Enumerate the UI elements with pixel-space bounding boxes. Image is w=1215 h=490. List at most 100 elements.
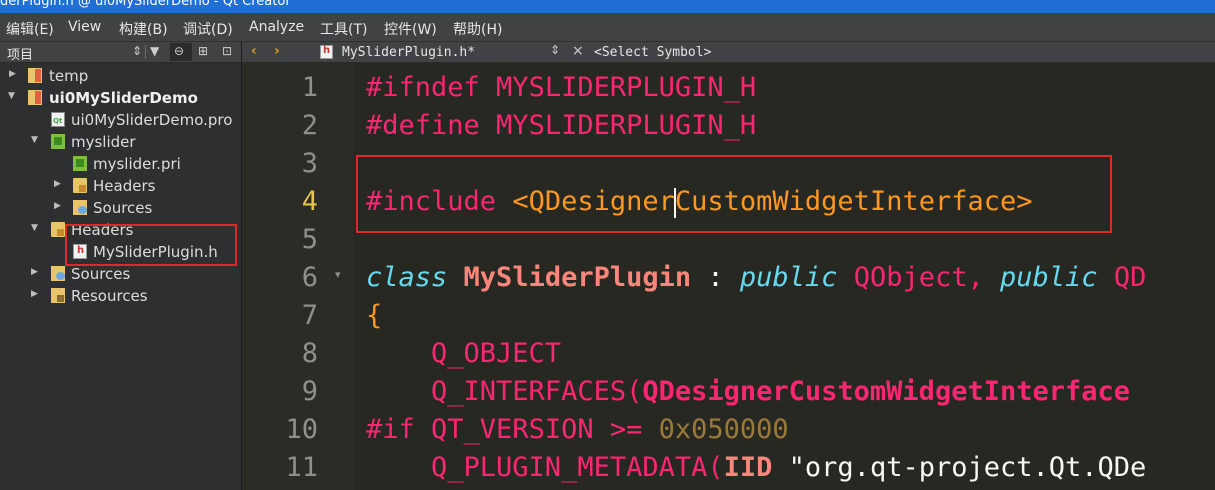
code-token: #define xyxy=(366,110,480,141)
line-number: 3 xyxy=(301,148,318,179)
code-line-6: class MySliderPlugin : public QObject, p… xyxy=(366,262,1146,293)
file-dropdown-icon[interactable]: ⇕ xyxy=(550,43,560,57)
code-token: MYSLIDERPLUGIN_H xyxy=(479,72,757,103)
code-token: #ifndef xyxy=(366,72,480,103)
expand-arrow-icon[interactable]: ▶ xyxy=(31,267,38,277)
close-file-icon[interactable]: × xyxy=(572,43,584,59)
line-number-current: 4 xyxy=(301,186,318,217)
code-token: QObject, xyxy=(837,262,1001,293)
resources-folder-icon xyxy=(51,288,65,303)
line-number: 2 xyxy=(301,110,318,141)
code-line-7: { xyxy=(366,300,382,331)
pri-file-icon xyxy=(73,156,87,171)
expand-arrow-icon[interactable]: ▶ xyxy=(31,289,38,299)
code-token: Q_OBJECT xyxy=(366,338,562,369)
expand-arrow-icon[interactable]: ▶ xyxy=(54,201,61,211)
qt-pro-file-icon xyxy=(51,112,65,127)
code-line-1: #ifndef MYSLIDERPLUGIN_H xyxy=(366,72,756,103)
tree-label: myslider.pri xyxy=(93,155,181,173)
project-folder-icon xyxy=(28,68,42,83)
collapse-arrow-icon[interactable]: ▼ xyxy=(31,135,38,145)
tree-label: ui0MySliderDemo xyxy=(49,89,198,107)
collapse-arrow-icon[interactable]: ▼ xyxy=(8,91,15,101)
tree-label: Sources xyxy=(93,199,153,217)
menu-help[interactable]: 帮助(H) xyxy=(453,19,502,39)
code-line-9: Q_INTERFACES(QDesignerCustomWidgetInterf… xyxy=(366,376,1130,407)
toolbar-divider xyxy=(145,45,146,59)
filter-icon[interactable]: ▼ xyxy=(150,44,159,58)
expand-arrow-icon[interactable]: ▶ xyxy=(9,69,16,79)
tree-label: Resources xyxy=(71,287,148,305)
view-selector-icon[interactable]: ⇕ xyxy=(132,44,142,58)
fold-toggle-icon[interactable]: ▾ xyxy=(335,268,341,281)
tree-item-headers-nested[interactable]: ▶ Headers xyxy=(0,175,241,197)
sidebar-title: 项目 xyxy=(7,48,34,63)
expand-arrow-icon[interactable]: ▶ xyxy=(54,179,61,189)
tree-item-resources[interactable]: ▶ Resources xyxy=(0,285,241,307)
headers-folder-icon xyxy=(51,222,65,237)
symbol-selector[interactable]: <Select Symbol> xyxy=(594,45,711,60)
code-line-11: Q_PLUGIN_METADATA(IID "org.qt-project.Qt… xyxy=(366,452,1146,483)
tree-item-sources-nested[interactable]: ▶ Sources xyxy=(0,197,241,219)
code-line-10: #if QT_VERSION >= 0x050000 xyxy=(366,414,789,445)
menu-bar: 编辑(E) View 构建(B) 调试(D) Analyze 工具(T) 控件(… xyxy=(0,13,1215,42)
code-token: MySliderPlugin xyxy=(463,262,692,293)
link-icon[interactable]: ⊖ xyxy=(174,44,184,58)
line-number: 8 xyxy=(301,338,318,369)
code-token: QT_VERSION >= xyxy=(414,414,659,445)
menu-build[interactable]: 构建(B) xyxy=(119,19,168,39)
annotation-box-code xyxy=(356,155,1112,233)
tree-label: temp xyxy=(49,67,89,85)
tree-item-pro-file[interactable]: ui0MySliderDemo.pro xyxy=(0,109,241,131)
code-line-8: Q_OBJECT xyxy=(366,338,561,369)
line-number: 6 xyxy=(301,262,318,293)
code-token: IID xyxy=(723,452,773,483)
menu-tools[interactable]: 工具(T) xyxy=(320,19,367,39)
menu-debug[interactable]: 调试(D) xyxy=(183,19,233,39)
code-token: public xyxy=(1000,262,1098,293)
tree-item-pri-file[interactable]: myslider.pri xyxy=(0,153,241,175)
line-number: 5 xyxy=(301,224,318,255)
code-token: class xyxy=(366,262,448,293)
close-panel-icon[interactable]: ⊡ xyxy=(222,44,232,58)
window-title: derPlugin.h @ ui0MySliderDemo - Qt Creat… xyxy=(0,0,291,9)
code-token: "org.qt-project.Qt.QDe xyxy=(772,452,1147,483)
menu-view[interactable]: View xyxy=(68,19,101,35)
window-title-bar: derPlugin.h @ ui0MySliderDemo - Qt Creat… xyxy=(0,0,1215,13)
code-token: #if xyxy=(366,414,415,445)
project-folder-icon xyxy=(28,90,42,105)
line-number: 7 xyxy=(301,300,318,331)
code-token: QD xyxy=(1097,262,1147,293)
sources-folder-icon xyxy=(51,266,65,281)
split-icon[interactable]: ⊞ xyxy=(198,44,208,58)
sidebar-toolbar: 项目 ⇕ ▼ ⊖ ⊞ ⊡ xyxy=(0,42,241,63)
tree-label: Headers xyxy=(93,177,156,195)
tree-label: ui0MySliderDemo.pro xyxy=(71,111,233,129)
pri-folder-icon xyxy=(51,134,65,149)
tree-item-sources[interactable]: ▶ Sources xyxy=(0,263,241,285)
sources-folder-icon xyxy=(73,200,87,215)
menu-analyze[interactable]: Analyze xyxy=(249,19,304,35)
editor-toolbar: ‹ › MySliderPlugin.h* ⇕ × <Select Symbol… xyxy=(242,42,1215,63)
code-token: Q_PLUGIN_METADATA( xyxy=(366,452,724,483)
code-editor[interactable]: #ifndef MYSLIDERPLUGIN_H #define MYSLIDE… xyxy=(354,63,1215,490)
line-number: 11 xyxy=(285,452,318,483)
code-line-2: #define MYSLIDERPLUGIN_H xyxy=(366,110,756,141)
line-number: 10 xyxy=(285,414,318,445)
menu-edit[interactable]: 编辑(E) xyxy=(6,19,54,39)
menu-controls[interactable]: 控件(W) xyxy=(384,19,437,39)
collapse-arrow-icon[interactable]: ▼ xyxy=(31,223,38,233)
tree-label: myslider xyxy=(71,133,136,151)
tree-item-temp[interactable]: ▶ temp xyxy=(0,65,241,87)
open-file-tab[interactable]: MySliderPlugin.h* xyxy=(342,45,475,60)
header-file-icon xyxy=(320,45,333,59)
forward-arrow-icon[interactable]: › xyxy=(274,43,280,59)
code-token: Q_INTERFACES( xyxy=(366,376,643,407)
back-arrow-icon[interactable]: ‹ xyxy=(251,43,257,59)
code-token: { xyxy=(366,300,383,331)
tree-label: Sources xyxy=(71,265,131,283)
code-token: QDesignerCustomWidgetInterface xyxy=(642,376,1131,407)
tree-item-ui0myslider[interactable]: ▼ ui0MySliderDemo xyxy=(0,87,241,109)
tree-item-myslider[interactable]: ▼ myslider xyxy=(0,131,241,153)
